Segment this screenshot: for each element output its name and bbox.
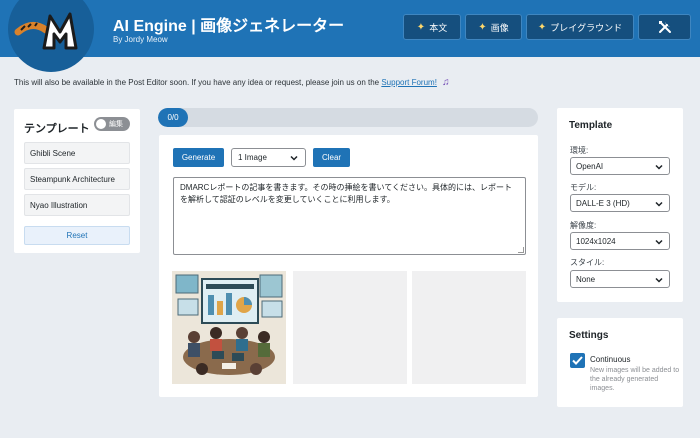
templates-title: テンプレート <box>24 123 90 135</box>
resolution-select[interactable]: 1024x1024 <box>570 232 670 250</box>
model-label: モデル: <box>570 183 597 192</box>
toggle-knob <box>96 119 106 129</box>
image-count-value: 1 Image <box>238 153 267 162</box>
env-select[interactable]: OpenAI <box>570 157 670 175</box>
sparkle-icon: ✦ <box>478 21 487 33</box>
template-panel-title: Template <box>569 120 613 131</box>
settings-tools-button[interactable] <box>638 14 691 40</box>
resize-handle[interactable] <box>518 247 524 253</box>
music-note-icon: ♫ <box>442 77 450 88</box>
progress-label: 0/0 <box>158 108 188 127</box>
header-tab-label: プレイグラウンド <box>550 22 623 33</box>
tools-icon <box>658 21 671 33</box>
settings-panel: Settings Continuous New images will be a… <box>557 318 683 407</box>
generator-panel: Generate 1 Image Clear DMARCレポートの記事を書きます… <box>159 135 538 397</box>
template-item[interactable]: Steampunk Architecture <box>24 168 130 190</box>
edit-toggle-label: 編集 <box>109 121 123 128</box>
app-byline: By Jordy Meow <box>113 35 168 44</box>
model-value: DALL-E 3 (HD) <box>576 198 630 208</box>
notice-text: This will also be available in the Post … <box>14 77 450 88</box>
sparkle-icon: ✦ <box>537 21 547 33</box>
image-count-select[interactable]: 1 Image <box>231 148 306 167</box>
app-title: AI Engine | 画像ジェネレーター <box>113 18 345 35</box>
image-placeholder <box>293 271 407 384</box>
continuous-checkbox[interactable] <box>570 353 585 368</box>
image-placeholder <box>412 271 526 384</box>
templates-panel: テンプレート 編集 Ghibli Scene Steampunk Archite… <box>14 109 140 253</box>
style-label: スタイル: <box>570 258 605 267</box>
continuous-label: Continuous <box>590 355 631 364</box>
support-forum-link[interactable]: Support Forum! <box>381 78 437 87</box>
clear-button[interactable]: Clear <box>313 148 350 167</box>
header-tab-playground[interactable]: ✦ プレイグラウンド <box>526 14 634 40</box>
chevron-down-icon <box>655 164 663 170</box>
edit-toggle[interactable]: 編集 <box>94 117 130 131</box>
header-tab-label: 画像 <box>490 22 509 33</box>
checkmark-icon <box>572 356 583 365</box>
continuous-help: New images will be added to the already … <box>590 367 680 392</box>
style-value: None <box>576 274 596 284</box>
model-select[interactable]: DALL-E 3 (HD) <box>570 194 670 212</box>
meow-logo <box>8 0 94 72</box>
header-tab-label: 本文 <box>429 22 448 33</box>
reset-button[interactable]: Reset <box>24 226 130 245</box>
resolution-label: 解像度: <box>570 221 597 230</box>
env-value: OpenAI <box>576 161 604 171</box>
chevron-down-icon <box>290 155 298 161</box>
notice-message: This will also be available in the Post … <box>14 78 380 87</box>
env-label: 環境: <box>570 146 589 155</box>
generate-button[interactable]: Generate <box>173 148 224 167</box>
progress-bar: 0/0 <box>158 108 538 127</box>
chevron-down-icon <box>655 277 663 283</box>
template-item[interactable]: Nyao Illustration <box>24 194 130 216</box>
template-settings-panel: Template 環境: OpenAI モデル: DALL-E 3 (HD) 解… <box>557 108 683 302</box>
chevron-down-icon <box>655 239 663 245</box>
prompt-textarea[interactable]: DMARCレポートの記事を書きます。その時の挿絵を書いてください。具体的には、レ… <box>173 177 526 255</box>
settings-title: Settings <box>569 330 609 341</box>
generated-image[interactable] <box>172 271 286 384</box>
sparkle-icon: ✦ <box>416 21 426 33</box>
app-header: AI Engine | 画像ジェネレーター By Jordy Meow ✦ 本文… <box>0 0 700 72</box>
style-select[interactable]: None <box>570 270 670 288</box>
header-tab-content[interactable]: ✦ 本文 <box>403 14 461 40</box>
resolution-value: 1024x1024 <box>576 236 616 246</box>
header-tab-images[interactable]: ✦ 画像 <box>465 14 522 40</box>
template-item[interactable]: Ghibli Scene <box>24 142 130 164</box>
prompt-text: DMARCレポートの記事を書きます。その時の挿絵を書いてください。具体的には、レ… <box>180 183 513 204</box>
chevron-down-icon <box>655 201 663 207</box>
